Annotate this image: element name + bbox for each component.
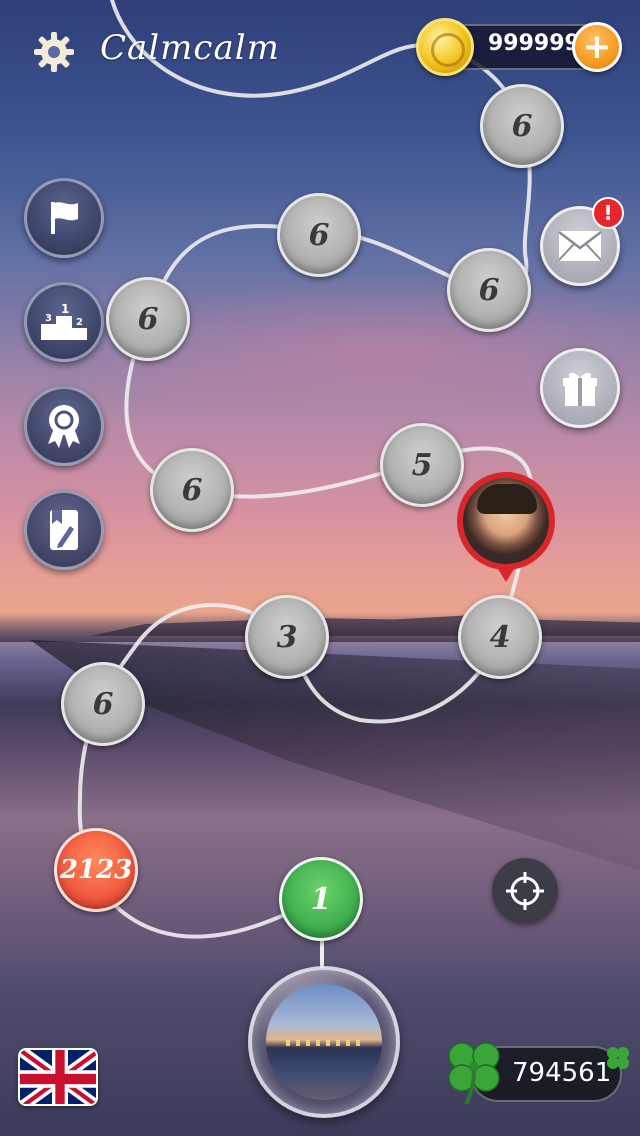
portal-photo: [266, 984, 382, 1100]
level-node[interactable]: 4: [458, 595, 542, 679]
level-node[interactable]: 6: [106, 277, 190, 361]
level-node-highlight[interactable]: 2123: [54, 828, 138, 912]
level-node[interactable]: 6: [447, 248, 531, 332]
gift-icon: [563, 372, 597, 406]
player-avatar-pin[interactable]: [457, 472, 555, 588]
pin-tail: [495, 564, 517, 582]
awards-button[interactable]: [24, 386, 104, 466]
gear-icon: [34, 32, 74, 72]
notebook-pencil-icon: [50, 510, 78, 550]
clover-value: 794561: [512, 1058, 612, 1088]
coin-value: 999999: [488, 31, 580, 56]
level-node[interactable]: 6: [480, 84, 564, 168]
player-name: Calmcalm: [100, 28, 280, 68]
leaderboard-podium-icon: 1 3 2: [41, 302, 87, 340]
locate-button[interactable]: [492, 858, 558, 924]
avatar-photo: [463, 478, 549, 564]
plus-icon: +: [582, 27, 612, 67]
level-node[interactable]: 6: [277, 193, 361, 277]
svg-text:1: 1: [61, 302, 69, 316]
avatar: [457, 472, 555, 570]
gold-coin-icon: [416, 18, 474, 76]
svg-text:2: 2: [76, 317, 83, 328]
level-node[interactable]: 3: [245, 595, 329, 679]
language-button[interactable]: [18, 1048, 98, 1106]
svg-text:3: 3: [45, 313, 52, 324]
photo-portal-button[interactable]: [248, 966, 400, 1118]
four-leaf-clover-icon: [448, 1042, 500, 1105]
portal-city-lights: [286, 1040, 364, 1046]
mail-notification-badge: !: [592, 197, 624, 229]
flag-button[interactable]: [24, 178, 104, 258]
add-coins-button[interactable]: +: [572, 22, 622, 72]
notebook-button[interactable]: [24, 490, 104, 570]
leaderboard-button[interactable]: 1 3 2: [24, 282, 104, 362]
settings-button[interactable]: [32, 30, 76, 74]
level-node[interactable]: 6: [61, 662, 145, 746]
flag-icon: [51, 202, 78, 234]
award-ribbon-icon: [48, 405, 80, 448]
current-level-node[interactable]: 1: [279, 857, 363, 941]
envelope-icon: [558, 231, 602, 261]
level-node[interactable]: 5: [380, 423, 464, 507]
avatar-hair: [477, 484, 537, 514]
small-clover-icon: [607, 1047, 629, 1069]
gift-button[interactable]: [540, 348, 620, 428]
uk-flag-icon: [20, 1050, 96, 1104]
level-node[interactable]: 6: [150, 448, 234, 532]
crosshair-icon: [506, 872, 544, 910]
